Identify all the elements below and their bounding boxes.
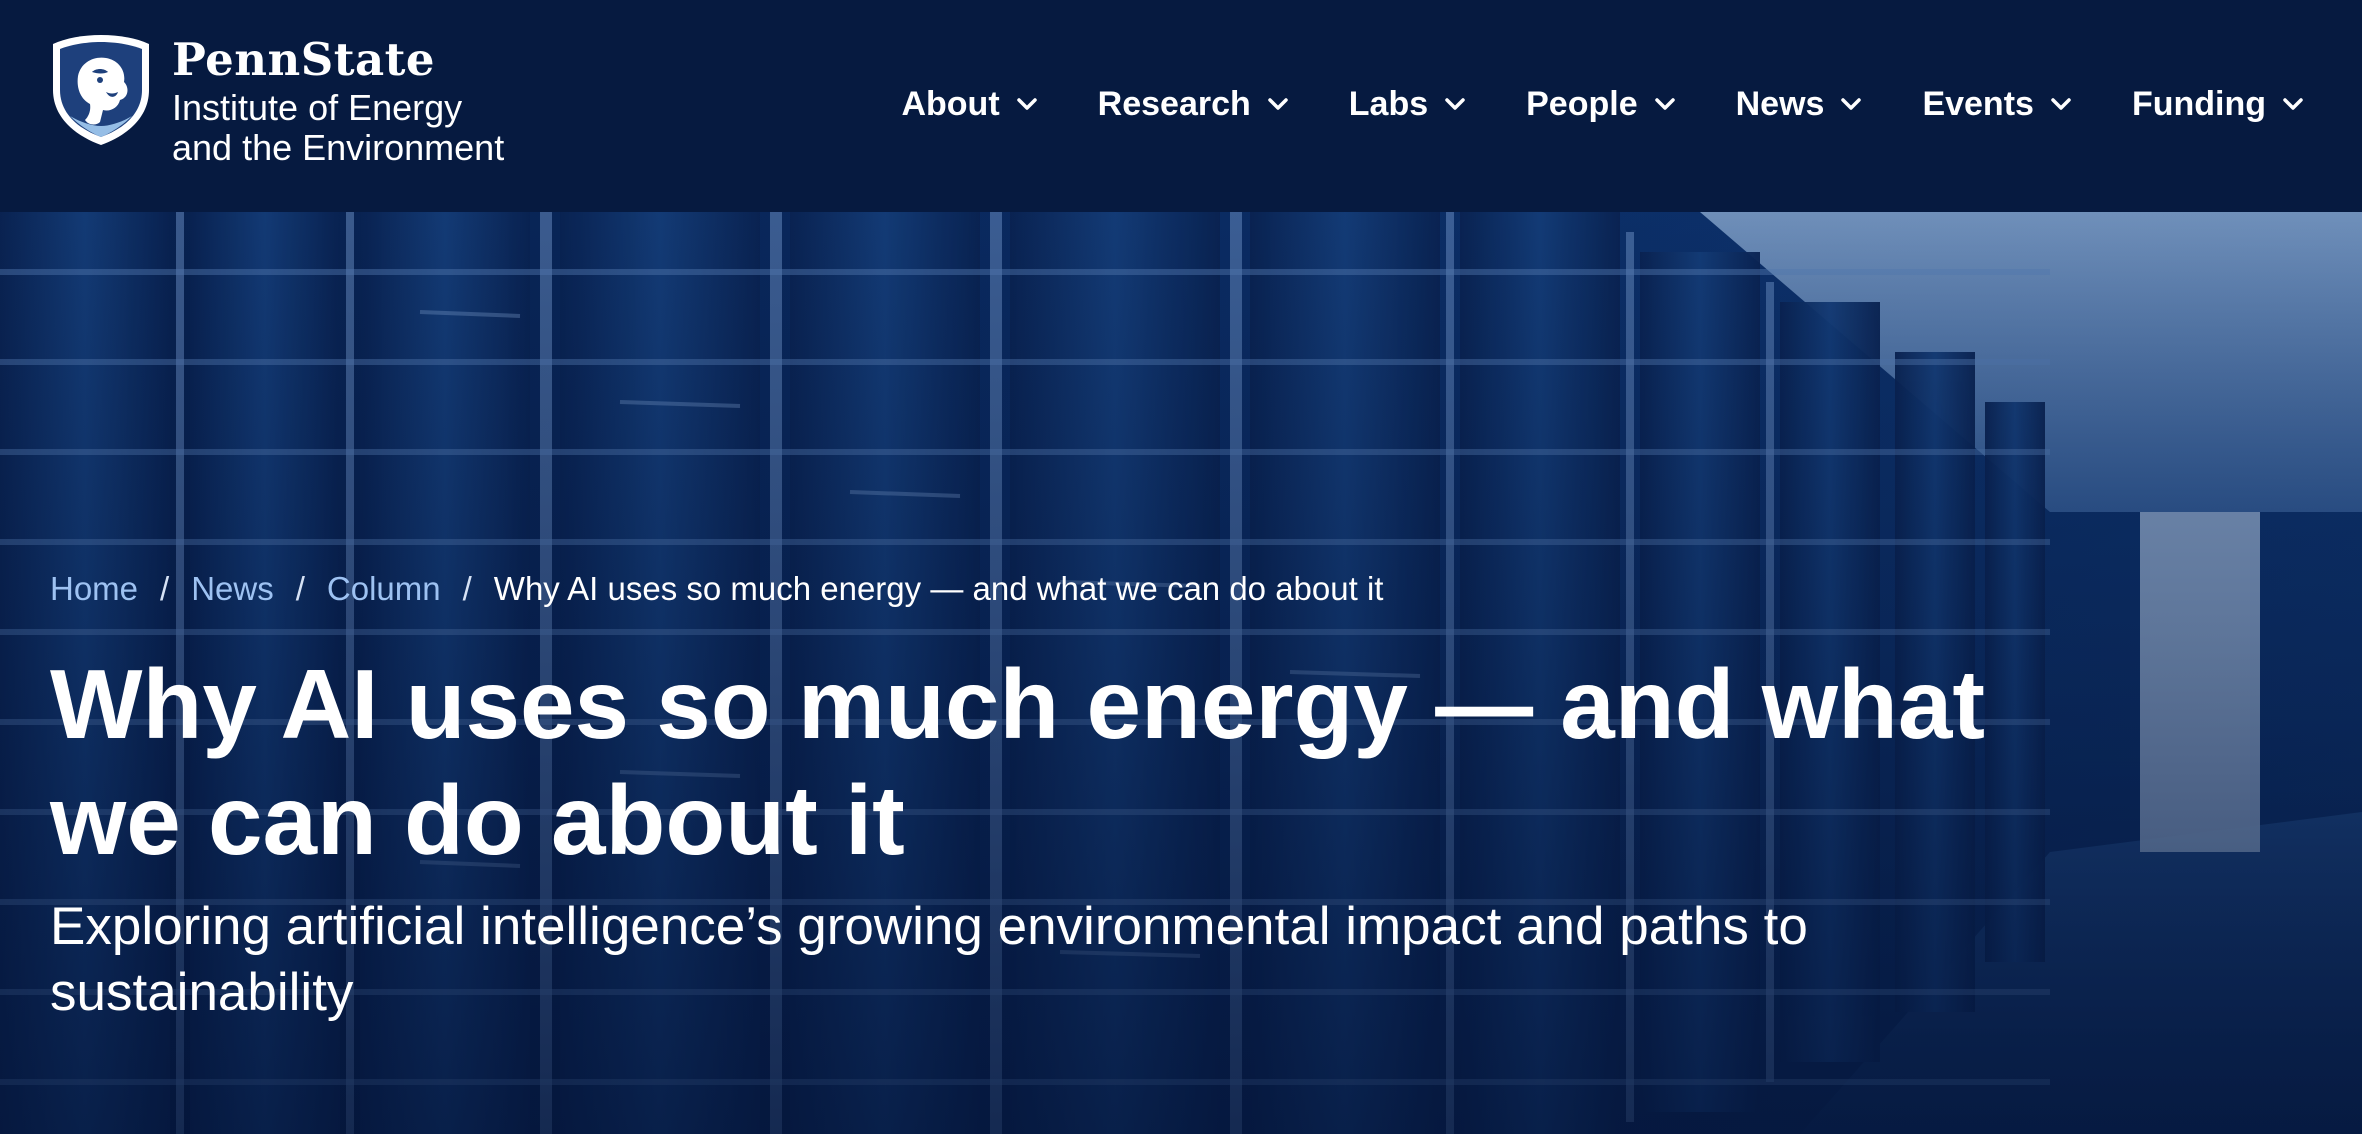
nav-item-research[interactable]: Research [1098, 78, 1289, 130]
brand-subtitle-line-1: Institute of Energy [172, 87, 463, 128]
nav-item-people[interactable]: People [1526, 78, 1675, 130]
breadcrumb-current-page: Why AI uses so much energy — and what we… [493, 570, 1384, 607]
nav-item-about[interactable]: About [901, 78, 1037, 130]
nav-item-label: Research [1097, 84, 1251, 123]
nav-item-label: News [1735, 84, 1825, 123]
site-logo-link[interactable]: PennState Institute of Energy and the En… [48, 32, 504, 168]
nav-item-events[interactable]: Events [1922, 78, 2072, 130]
chevron-down-icon [1654, 98, 1675, 110]
chevron-down-icon [2051, 98, 2071, 110]
chevron-down-icon [2283, 98, 2303, 110]
nav-item-news[interactable]: News [1736, 78, 1863, 130]
main-nav: About Research Labs People News Events F… [841, 78, 2304, 130]
hero-banner: Home / News / Column / Why AI uses so mu… [0, 212, 2362, 1134]
breadcrumb-separator: / [295, 570, 305, 607]
page-title: Why AI uses so much energy — and what we… [50, 649, 1985, 875]
brand-subtitle-line-2: and the Environment [172, 127, 505, 168]
breadcrumb-separator: / [462, 570, 472, 607]
brand-name: PennState [172, 33, 436, 86]
breadcrumb-column-link[interactable]: Column [327, 570, 441, 608]
site-header: PennState Institute of Energy and the En… [0, 0, 2362, 212]
nav-item-label: Funding [2131, 84, 2266, 123]
chevron-down-icon [1268, 98, 1288, 110]
breadcrumb-separator: / [160, 570, 170, 607]
nittany-lion-shield-icon [53, 35, 149, 145]
breadcrumb-home-link[interactable]: Home [50, 570, 138, 608]
nav-item-labs[interactable]: Labs [1349, 78, 1466, 130]
nav-item-label: Labs [1348, 84, 1429, 123]
page-subtitle: Exploring artificial intelligence’s grow… [50, 897, 1808, 1022]
nav-item-label: About [901, 84, 1000, 123]
chevron-down-icon [1841, 98, 1862, 110]
chevron-down-icon [1016, 98, 1037, 110]
brand-text: PennState Institute of Energy and the En… [172, 32, 504, 168]
nav-item-label: Events [1922, 84, 2034, 123]
nav-item-funding[interactable]: Funding [2132, 78, 2304, 130]
chevron-down-icon [1445, 98, 1465, 110]
breadcrumb: Home / News / Column / Why AI uses so mu… [50, 570, 1383, 608]
nav-item-label: People [1526, 84, 1638, 123]
breadcrumb-news-link[interactable]: News [191, 570, 274, 608]
